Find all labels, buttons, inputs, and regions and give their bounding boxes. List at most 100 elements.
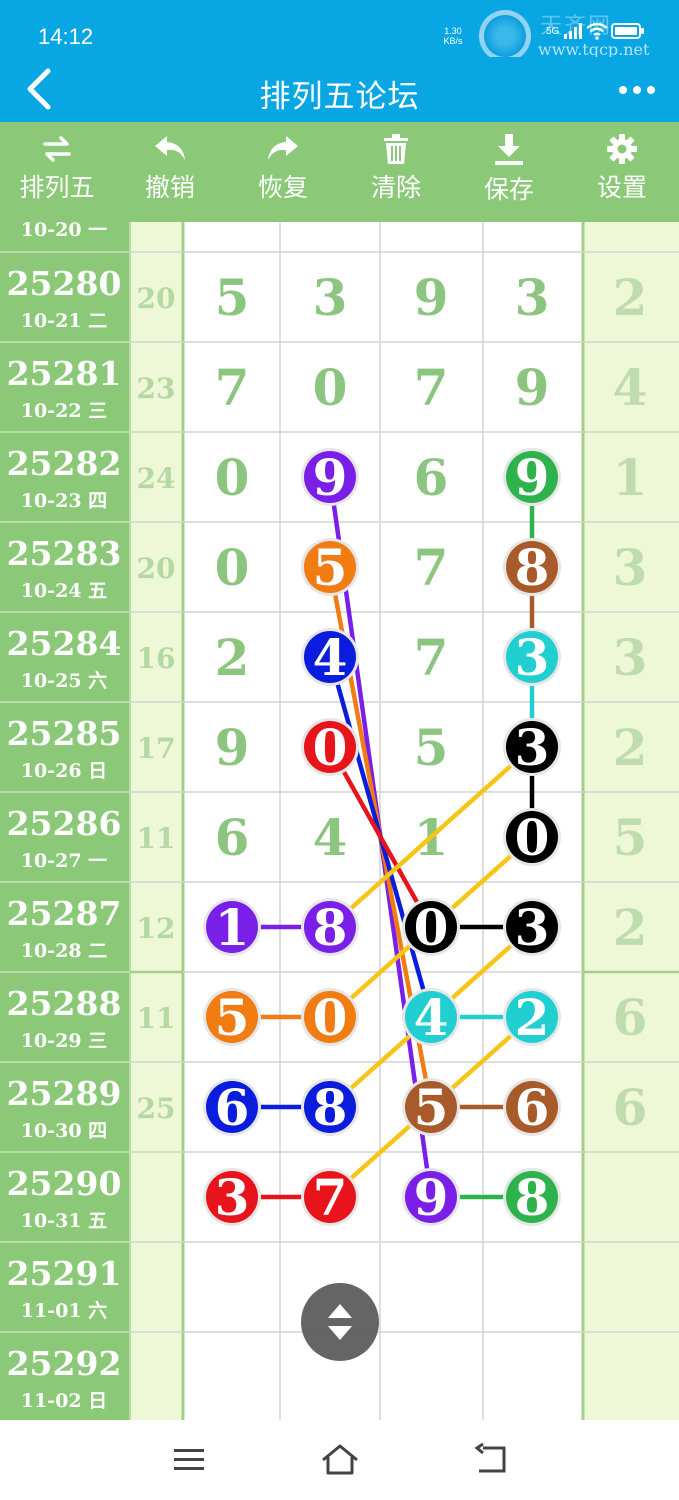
- network-type: 5G: [546, 26, 560, 38]
- last-digit-cell: 2: [613, 718, 648, 777]
- ball-digit: 8: [515, 538, 550, 597]
- issue-date: 11-01 六: [21, 1299, 107, 1322]
- sum-value: 20: [137, 282, 176, 315]
- issue-number: 25285: [7, 714, 122, 753]
- ball-digit: 3: [515, 898, 550, 957]
- issue-date: 10-26 日: [21, 760, 107, 782]
- last-digit-cell: 2: [613, 898, 648, 957]
- digit-cell: 7: [414, 628, 449, 687]
- ball-digit: 0: [515, 808, 550, 867]
- last-digit-cell: 6: [613, 988, 648, 1047]
- digit-cell: 3: [515, 268, 550, 327]
- watermark-logo: [479, 10, 531, 62]
- trend-chart[interactable]: 10-20 一 25280 10-21 二 20 5 3 9 3 2 25281 10-22 三 23…: [0, 222, 679, 1420]
- scroll-up-down-icon: [328, 1304, 352, 1340]
- issue-number: 25289: [7, 1074, 122, 1113]
- ball-digit: 5: [215, 988, 250, 1047]
- digit-cell: 7: [215, 358, 250, 417]
- issue-number: 25292: [7, 1344, 122, 1383]
- toolbar-label: 设置: [596, 173, 647, 202]
- status-bar: 14:12 1.30 KB/s 天齐网 5G www.tqcp.net: [0, 0, 679, 62]
- status-time: 14:12: [38, 24, 94, 49]
- scroll-up-down-button[interactable]: [301, 1283, 379, 1361]
- issue-date: 10-28 二: [21, 940, 107, 962]
- issue-date: 10-23 四: [21, 490, 107, 512]
- page-title: 排列五论坛: [259, 79, 420, 115]
- last-digit-cell: 1: [613, 448, 648, 507]
- menu-icon[interactable]: [169, 1442, 209, 1478]
- digit-cell: 0: [215, 448, 250, 507]
- toolbar-settings-button[interactable]: 设置: [567, 134, 677, 204]
- toolbar-clear-button[interactable]: 清除: [341, 134, 451, 204]
- status-icons: 5G: [546, 22, 645, 40]
- ball-digit: 4: [313, 628, 348, 687]
- download-icon: [495, 134, 523, 165]
- ball-digit: 8: [515, 1168, 550, 1227]
- ball-digit: 7: [313, 1168, 348, 1227]
- last-digit-cell: 4: [613, 358, 648, 417]
- ball-digit: 9: [313, 448, 348, 507]
- more-dots-icon[interactable]: [615, 75, 659, 105]
- digit-cell: 0: [215, 538, 250, 597]
- issue-date: 10-22 三: [21, 400, 107, 422]
- issue-date: 11-02 日: [21, 1390, 107, 1412]
- swap-icon: [43, 136, 71, 162]
- toolbar-undo-button[interactable]: 撤销: [115, 134, 225, 204]
- sum-value: 20: [137, 552, 176, 585]
- ball-digit: 5: [414, 1078, 449, 1137]
- last-digit-cell: 3: [613, 628, 648, 687]
- issue-number: 25283: [7, 534, 122, 573]
- sum-value: 16: [137, 642, 176, 675]
- digit-cell: 2: [215, 628, 250, 687]
- digit-cell: 5: [215, 268, 250, 327]
- ball-digit: 6: [515, 1078, 550, 1137]
- sum-value: 24: [137, 462, 176, 495]
- toolbar: 排列五 撤销 恢复 清除 保存 设置: [0, 122, 679, 222]
- digit-cell: 0: [313, 358, 348, 417]
- ball-digit: 6: [215, 1078, 250, 1137]
- ball-digit: 8: [313, 1078, 348, 1137]
- digit-cell: 9: [215, 718, 250, 777]
- issue-number: 25281: [7, 354, 122, 393]
- last-digit-cell: 5: [613, 808, 648, 867]
- issue-date: 10-20 一: [21, 222, 107, 241]
- home-icon[interactable]: [320, 1442, 360, 1478]
- redo-icon: [268, 136, 298, 160]
- sum-value: 11: [137, 822, 176, 855]
- ball-digit: 3: [215, 1168, 250, 1227]
- last-digit-cell: 3: [613, 538, 648, 597]
- toolbar-lottery-type-button[interactable]: 排列五: [2, 134, 112, 204]
- sum-value: 11: [137, 1002, 176, 1035]
- digit-cell: 7: [414, 538, 449, 597]
- ball-digit: 8: [313, 898, 348, 957]
- battery-icon: [611, 23, 645, 39]
- wifi-icon: [586, 22, 608, 40]
- digit-cell: 9: [414, 268, 449, 327]
- ball-digit: 0: [313, 988, 348, 1047]
- ball-digit: 9: [515, 448, 550, 507]
- issue-number: 25286: [7, 804, 122, 843]
- digit-cell: 7: [414, 358, 449, 417]
- digit-cell: 6: [215, 808, 250, 867]
- issue-number: 25284: [7, 624, 122, 663]
- trash-icon: [384, 134, 408, 164]
- trend-chart-canvas: 10-20 一2528010-21 二20 5 3 9 3 22528110-22 三23…: [0, 222, 679, 1420]
- ball-digit: 9: [414, 1168, 449, 1227]
- digit-cell: 3: [313, 268, 348, 327]
- ball-digit: 0: [414, 898, 449, 957]
- issue-number: 25282: [7, 444, 122, 483]
- issue-date: 10-24 五: [21, 580, 107, 602]
- gear-icon: [607, 134, 637, 164]
- issue-number: 25288: [7, 984, 122, 1023]
- net-speed: 1.30 KB/s: [443, 26, 463, 46]
- app-bar: 排列五论坛: [0, 57, 679, 122]
- toolbar-redo-button[interactable]: 恢复: [228, 134, 338, 204]
- back-return-icon[interactable]: [471, 1442, 511, 1478]
- toolbar-save-button[interactable]: 保存: [454, 134, 564, 206]
- digit-cell: 5: [414, 718, 449, 777]
- toolbar-label: 清除: [370, 173, 421, 202]
- issue-date: 10-27 一: [21, 850, 107, 872]
- undo-icon: [155, 136, 185, 160]
- system-nav-bar: [0, 1420, 679, 1500]
- ball-digit: 5: [313, 538, 348, 597]
